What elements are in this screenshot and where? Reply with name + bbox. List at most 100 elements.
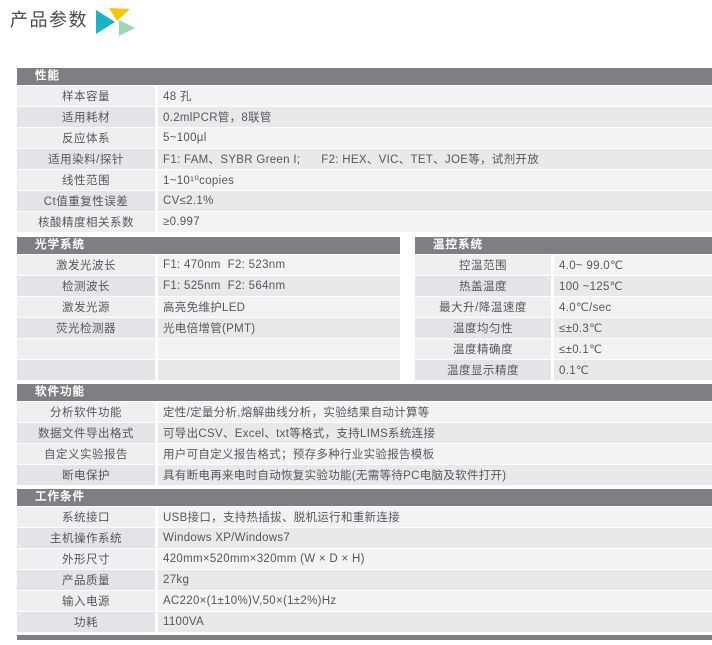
spec-label: 最大升/降温速度 (415, 297, 554, 317)
section-header-optical: 光学系统 (17, 237, 400, 255)
spec-value: F1: 525nm F2: 564nm (158, 276, 400, 296)
spec-label: 控温范围 (415, 255, 554, 275)
spec-label: 温度均匀性 (415, 318, 554, 338)
spec-value: Windows XP/Windows7 (158, 528, 712, 548)
section-working: 工作条件 系统接口USB接口，支持热插拔、脱机运行和重新连接主机操作系统Wind… (17, 489, 712, 633)
performance-rows: 样本容量48 孔适用耗材0.2mlPCR管，8联管反应体系5~100μl适用染料… (17, 86, 712, 233)
spec-value (158, 360, 400, 380)
spec-row: 数据文件导出格式可导出CSV、Excel、txt等格式，支持LIMS系统连接 (17, 423, 712, 444)
spec-row: 外形尺寸420mm×520mm×320mm (W × D × H) (17, 549, 712, 570)
spec-label: 分析软件功能 (17, 402, 158, 422)
spec-value: 420mm×520mm×320mm (W × D × H) (158, 549, 712, 569)
spec-value: 可导出CSV、Excel、txt等格式，支持LIMS系统连接 (158, 423, 712, 443)
spec-row: 热盖温度100 ~125℃ (415, 276, 712, 297)
brand-triangles-icon (96, 8, 138, 38)
spec-value: 0.1℃ (554, 360, 712, 380)
spec-row: 检测波长F1: 525nm F2: 564nm (17, 276, 400, 297)
spec-value: 5~100μl (158, 128, 712, 148)
spec-value: CV≤2.1% (158, 191, 712, 211)
spec-value: ≥0.997 (158, 212, 712, 232)
spec-label: 功耗 (17, 612, 158, 632)
spec-value: 光电倍增管(PMT) (158, 318, 400, 338)
spec-value: F1: 470nm F2: 523nm (158, 255, 400, 275)
spec-table: 性能 样本容量48 孔适用耗材0.2mlPCR管，8联管反应体系5~100μl适… (17, 68, 712, 640)
spec-label: 产品质量 (17, 570, 158, 590)
section-performance: 性能 样本容量48 孔适用耗材0.2mlPCR管，8联管反应体系5~100μl适… (17, 68, 712, 233)
spec-label: 样本容量 (17, 86, 158, 106)
spec-label: 核酸精度相关系数 (17, 212, 158, 232)
table-bottom-bar (17, 635, 712, 640)
spec-label: 适用耗材 (17, 107, 158, 127)
spec-row: 分析软件功能定性/定量分析,熔解曲线分析，实验结果自动计算等 (17, 402, 712, 423)
spec-value: 用户可自定义报告格式；预存多种行业实验报告模板 (158, 444, 712, 464)
page-header: 产品参数 (10, 6, 138, 38)
spec-row: 温度显示精度0.1℃ (415, 360, 712, 381)
spec-label (17, 360, 158, 380)
spec-label: 线性范围 (17, 170, 158, 190)
spec-label: 自定义实验报告 (17, 444, 158, 464)
section-thermal: 温控系统 控温范围4.0~ 99.0℃热盖温度100 ~125℃最大升/降温速度… (415, 237, 712, 381)
product-spec-page: 产品参数 性能 样本容量48 孔适用耗材0.2mlPCR管，8联管反应体系5~1… (0, 0, 712, 645)
spec-label: 温度显示精度 (415, 360, 554, 380)
spec-value: 1~10¹⁰copies (158, 170, 712, 190)
spec-row: 荧光检测器光电倍增管(PMT) (17, 318, 400, 339)
section-software: 软件功能 分析软件功能定性/定量分析,熔解曲线分析，实验结果自动计算等数据文件导… (17, 384, 712, 486)
software-rows: 分析软件功能定性/定量分析,熔解曲线分析，实验结果自动计算等数据文件导出格式可导… (17, 402, 712, 486)
section-header-thermal: 温控系统 (415, 237, 712, 255)
spec-label: 荧光检测器 (17, 318, 158, 338)
spec-label (17, 339, 158, 359)
spec-row: Ct值重复性误差CV≤2.1% (17, 191, 712, 212)
spec-label: 适用染料/探针 (17, 149, 158, 169)
spec-value (158, 339, 400, 359)
spec-label: 输入电源 (17, 591, 158, 611)
thermal-rows: 控温范围4.0~ 99.0℃热盖温度100 ~125℃最大升/降温速度4.0℃/… (415, 255, 712, 381)
spec-row (17, 360, 400, 381)
spec-label: 反应体系 (17, 128, 158, 148)
section-optical: 光学系统 激发光波长F1: 470nm F2: 523nm检测波长F1: 525… (17, 237, 400, 381)
section-header-working: 工作条件 (17, 489, 712, 507)
spec-value: ≤±0.3℃ (554, 318, 712, 338)
spec-label: 外形尺寸 (17, 549, 158, 569)
section-header-software: 软件功能 (17, 384, 712, 402)
spec-label: 断电保护 (17, 465, 158, 485)
spec-value: 0.2mlPCR管，8联管 (158, 107, 712, 127)
spec-value: 4.0℃/sec (554, 297, 712, 317)
spec-value: F1: FAM、SYBR Green I; F2: HEX、VIC、TET、JO… (158, 149, 712, 169)
spec-value: 27kg (158, 570, 712, 590)
spec-row: 反应体系5~100μl (17, 128, 712, 149)
spec-row: 温度均匀性≤±0.3℃ (415, 318, 712, 339)
yellow-triangle-icon (109, 8, 130, 21)
spec-label: 激发光波长 (17, 255, 158, 275)
spec-label: 热盖温度 (415, 276, 554, 296)
spec-label: 温度精确度 (415, 339, 554, 359)
spec-value: ≤±0.1℃ (554, 339, 712, 359)
spec-row: 功耗1100VA (17, 612, 712, 633)
spec-label: 激发光源 (17, 297, 158, 317)
spec-label: Ct值重复性误差 (17, 191, 158, 211)
spec-value: 具有断电再来电时自动恢复实验功能(无需等待PC电脑及软件打开) (158, 465, 712, 485)
spec-row: 最大升/降温速度4.0℃/sec (415, 297, 712, 318)
spec-row: 激发光源高亮免维护LED (17, 297, 400, 318)
spec-row: 适用耗材0.2mlPCR管，8联管 (17, 107, 712, 128)
spec-row: 样本容量48 孔 (17, 86, 712, 107)
spec-label: 系统接口 (17, 507, 158, 527)
optical-thermal-columns: 光学系统 激发光波长F1: 470nm F2: 523nm检测波长F1: 525… (17, 237, 712, 381)
spec-value: USB接口，支持热插拔、脱机运行和重新连接 (158, 507, 712, 527)
spec-row: 产品质量27kg (17, 570, 712, 591)
section-header-performance: 性能 (17, 68, 712, 86)
spec-row: 适用染料/探针F1: FAM、SYBR Green I; F2: HEX、VIC… (17, 149, 712, 170)
optical-rows: 激发光波长F1: 470nm F2: 523nm检测波长F1: 525nm F2… (17, 255, 400, 381)
spec-value: 高亮免维护LED (158, 297, 400, 317)
spec-row: 输入电源AC220×(1±10%)V,50×(1±2%)Hz (17, 591, 712, 612)
page-title: 产品参数 (10, 6, 88, 34)
spec-value: 1100VA (158, 612, 712, 632)
working-rows: 系统接口USB接口，支持热插拔、脱机运行和重新连接主机操作系统Windows X… (17, 507, 712, 633)
spec-label: 检测波长 (17, 276, 158, 296)
green-triangle-icon (119, 20, 135, 36)
spec-value: 48 孔 (158, 86, 712, 106)
spec-row: 线性范围1~10¹⁰copies (17, 170, 712, 191)
spec-value: AC220×(1±10%)V,50×(1±2%)Hz (158, 591, 712, 611)
spec-row: 断电保护具有断电再来电时自动恢复实验功能(无需等待PC电脑及软件打开) (17, 465, 712, 486)
spec-row (17, 339, 400, 360)
spec-value: 4.0~ 99.0℃ (554, 255, 712, 275)
